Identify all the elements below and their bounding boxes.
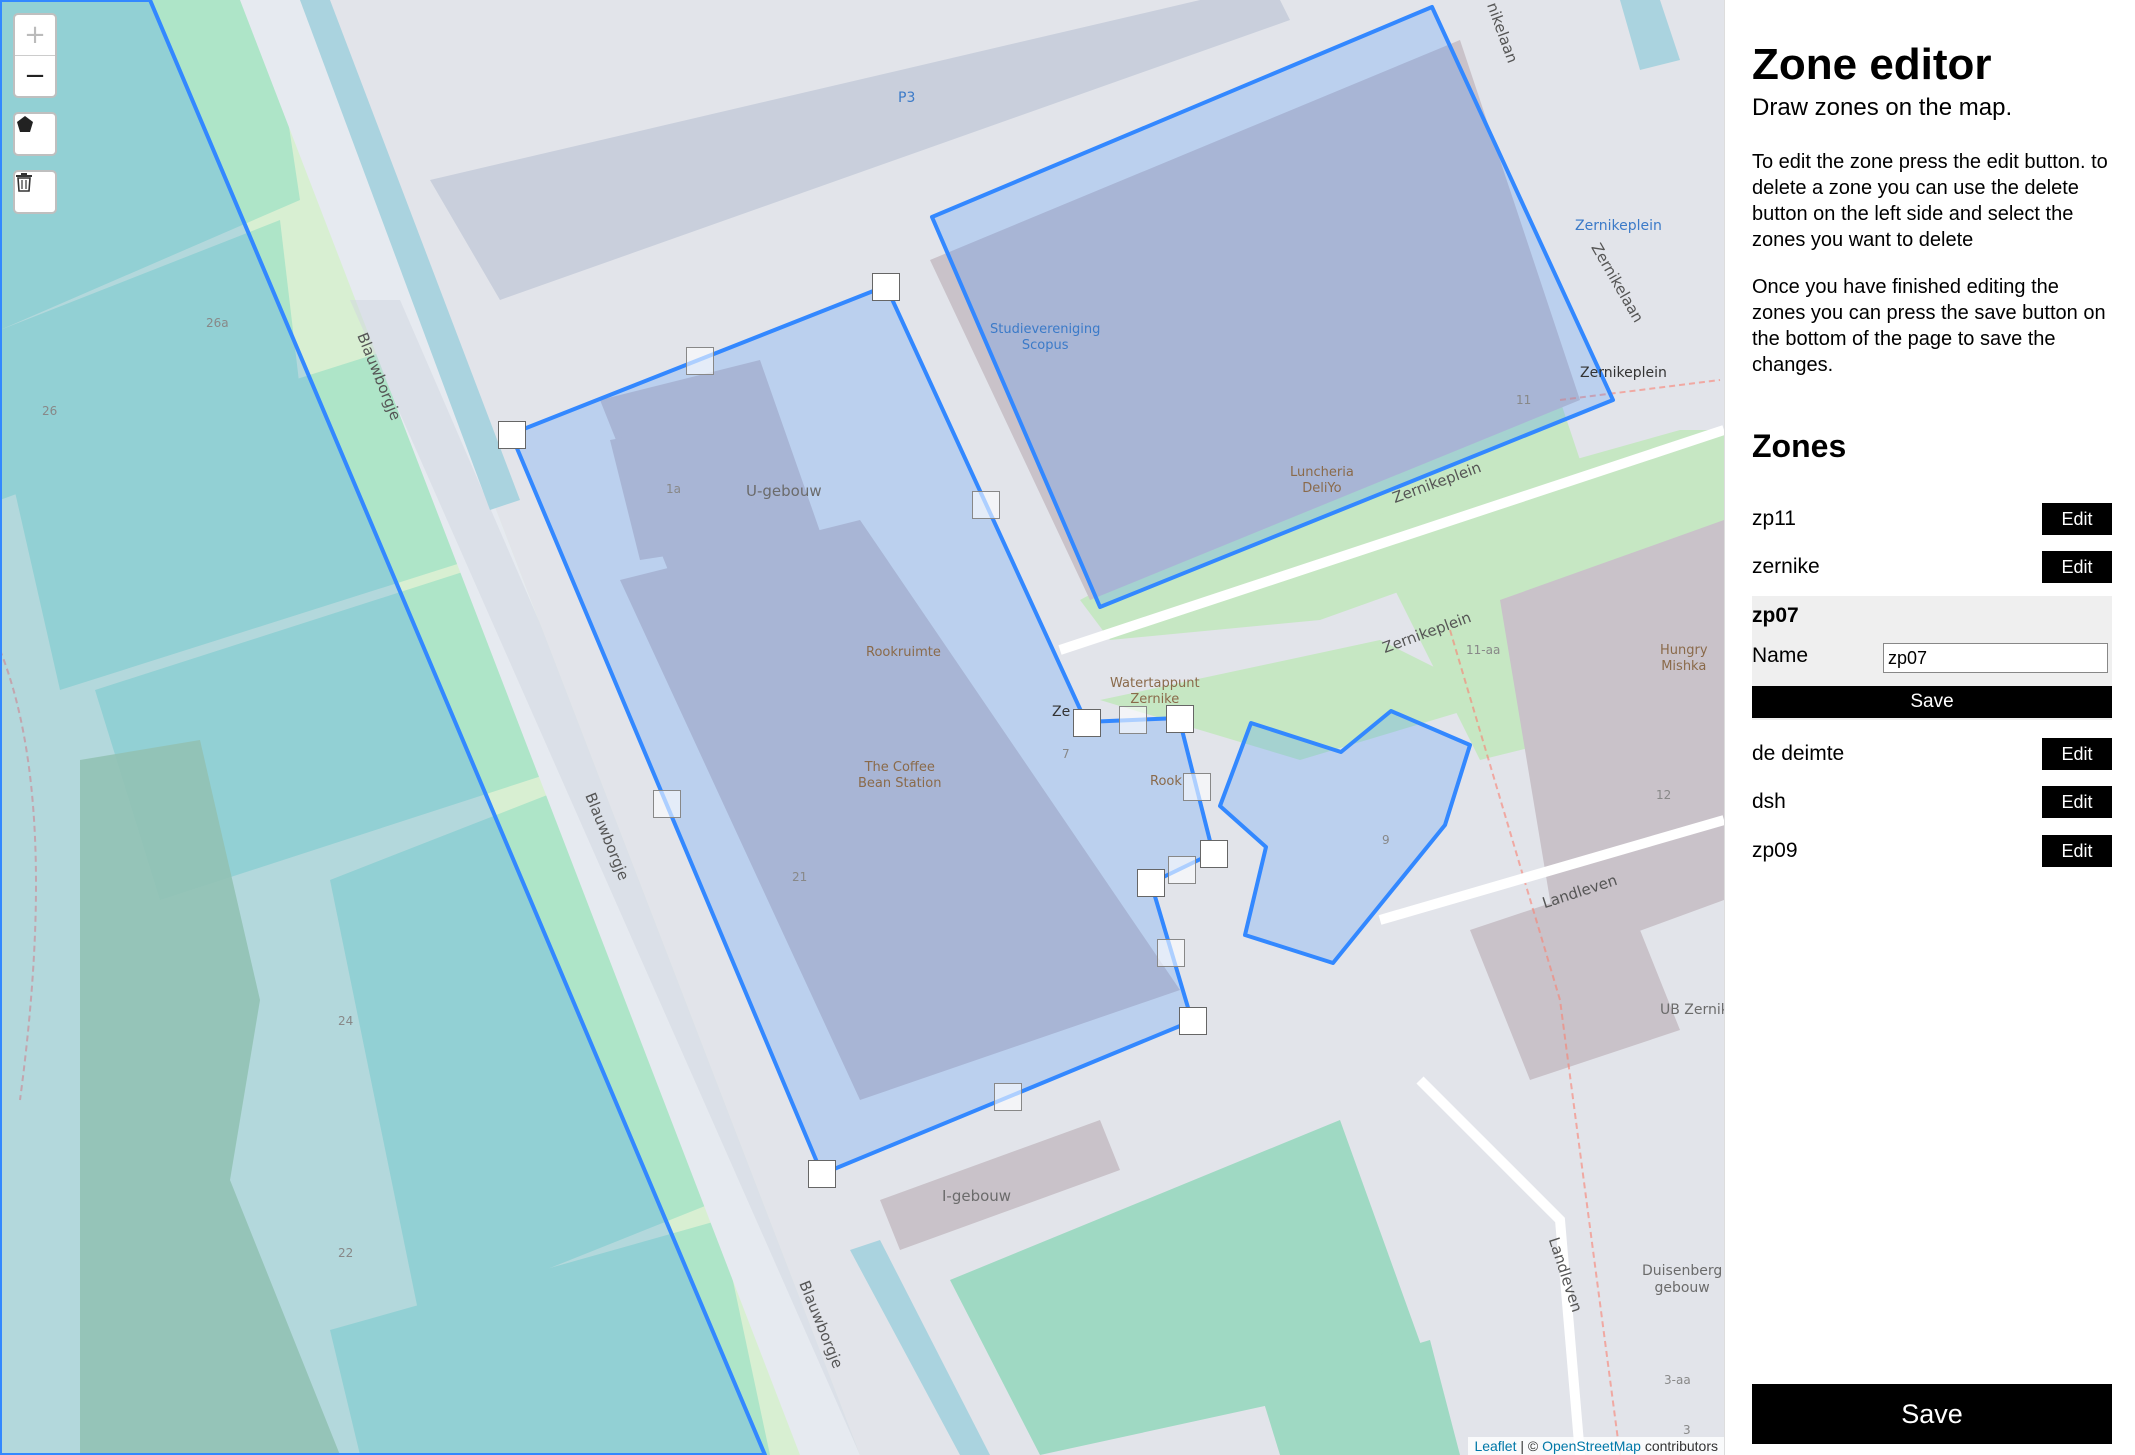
midpoint-handle[interactable]	[994, 1083, 1022, 1111]
name-label: Name	[1752, 644, 1809, 667]
save-button[interactable]: Save	[1752, 1384, 2112, 1444]
zone-name: zp11	[1752, 507, 1796, 530]
zone-name: zernike	[1752, 555, 1820, 578]
zone-edit-form: zp07 Name Save	[1752, 596, 2112, 720]
page-subtitle: Draw zones on the map.	[1752, 94, 2013, 121]
edit-zone-button[interactable]: Edit	[2042, 835, 2112, 867]
map-label-u-gebouw: U-gebouw	[746, 482, 822, 500]
zone-row: dsh Edit	[1752, 786, 2112, 820]
trash-icon	[16, 173, 32, 192]
zone-row: zernike Edit	[1752, 551, 2112, 585]
zoom-in-button[interactable]: +	[15, 15, 55, 55]
zone-row: zp09 Edit	[1752, 835, 2112, 869]
zone-name-input[interactable]	[1883, 643, 2108, 673]
map-label-house-number: 9	[1382, 833, 1390, 847]
map-label-house-number: 22	[338, 1246, 354, 1260]
midpoint-handle[interactable]	[1168, 856, 1196, 884]
map-label-house-number: 3	[1683, 1423, 1691, 1437]
openstreetmap-link[interactable]: OpenStreetMap	[1542, 1438, 1641, 1454]
map-label-duisenberg: Duisenberg gebouw	[1642, 1263, 1723, 1296]
instructions-save: Once you have finished editing the zones…	[1752, 276, 2106, 376]
edit-zone-button[interactable]: Edit	[2042, 503, 2112, 535]
edit-control	[13, 170, 57, 214]
vertex-handle[interactable]	[1179, 1007, 1207, 1035]
map-label-i-gebouw: I-gebouw	[942, 1187, 1012, 1205]
zone-row: de deimte Edit	[1752, 738, 2112, 772]
map[interactable]: P3 Blauwborgje Blauwborgje Blauwborgje U…	[0, 0, 1724, 1455]
zoom-out-button[interactable]: −	[15, 55, 55, 96]
draw-polygon-button[interactable]	[15, 114, 55, 154]
midpoint-handle[interactable]	[653, 790, 681, 818]
draw-control	[13, 112, 57, 156]
vertex-handle[interactable]	[1073, 709, 1101, 737]
edit-zone-button[interactable]: Edit	[2042, 786, 2112, 818]
map-label-house-number: 7	[1062, 747, 1070, 761]
sidebar-panel: Zone editor Draw zones on the map. To ed…	[1724, 0, 2135, 1455]
page-title: Zone editor	[1752, 40, 1992, 89]
midpoint-handle[interactable]	[686, 347, 714, 375]
map-tiles	[0, 0, 1724, 1455]
vertex-handle[interactable]	[1137, 869, 1165, 897]
map-label-ub-zernike: UB Zernik	[1660, 1002, 1724, 1018]
map-label-rookruimte: Rookruimte	[866, 645, 941, 660]
map-label-house-number: 21	[792, 870, 808, 884]
edit-zone-button[interactable]: Edit	[2042, 738, 2112, 770]
zone-name: dsh	[1752, 790, 1786, 813]
delete-layers-button[interactable]	[15, 172, 55, 212]
map-label-house-number: 11	[1516, 393, 1532, 407]
map-label-house-number: 12	[1656, 788, 1672, 802]
map-label-luncheria: Luncheria DeliYo	[1290, 465, 1354, 496]
zone-edit-title: zp07	[1752, 604, 1799, 627]
map-label-zernikeplein: Zernikeplein	[1580, 365, 1667, 381]
save-zone-button[interactable]: Save	[1752, 686, 2112, 718]
map-label-zernikeplein: Zernikeplein	[1575, 218, 1662, 234]
midpoint-handle[interactable]	[972, 491, 1000, 519]
zoom-control: + −	[13, 13, 57, 98]
map-label-studievereniging: Studievereniging Scopus	[990, 322, 1101, 353]
midpoint-handle[interactable]	[1119, 706, 1147, 734]
vertex-handle[interactable]	[1200, 840, 1228, 868]
zone-name: zp09	[1752, 839, 1798, 862]
vertex-handle[interactable]	[808, 1160, 836, 1188]
map-label-p3: P3	[898, 90, 916, 106]
map-label-house-number: 11-aa	[1466, 643, 1501, 657]
zone-row: zp11 Edit	[1752, 503, 2112, 537]
map-label-coffee-bean: The Coffee Bean Station	[858, 760, 942, 791]
map-label-rookruimte: Rook	[1150, 774, 1182, 789]
vertex-handle[interactable]	[498, 421, 526, 449]
edit-zone-button[interactable]: Edit	[2042, 551, 2112, 583]
map-label-zernikeplein: Ze	[1052, 704, 1071, 720]
map-label-house-number: 26	[42, 404, 58, 418]
instructions-edit: To edit the zone press the edit button. …	[1752, 151, 2108, 251]
leaflet-link[interactable]: Leaflet	[1474, 1438, 1516, 1454]
midpoint-handle[interactable]	[1157, 939, 1185, 967]
vertex-handle[interactable]	[872, 273, 900, 301]
map-attribution: Leaflet | © OpenStreetMap contributors	[1468, 1437, 1724, 1455]
midpoint-handle[interactable]	[1183, 773, 1211, 801]
map-label-watertappunt: Watertappunt Zernike	[1110, 676, 1200, 707]
map-label-house-number: 26a	[206, 316, 229, 330]
pentagon-icon	[17, 116, 33, 132]
zone-name: de deimte	[1752, 742, 1845, 765]
vertex-handle[interactable]	[1166, 705, 1194, 733]
map-label-house-number: 3-aa	[1664, 1373, 1691, 1387]
map-label-house-number: 24	[338, 1014, 354, 1028]
map-label-hungry-mishka: Hungry Mishka	[1660, 643, 1708, 674]
zones-heading: Zones	[1752, 428, 1847, 464]
map-label-house-number: 1a	[666, 482, 681, 496]
